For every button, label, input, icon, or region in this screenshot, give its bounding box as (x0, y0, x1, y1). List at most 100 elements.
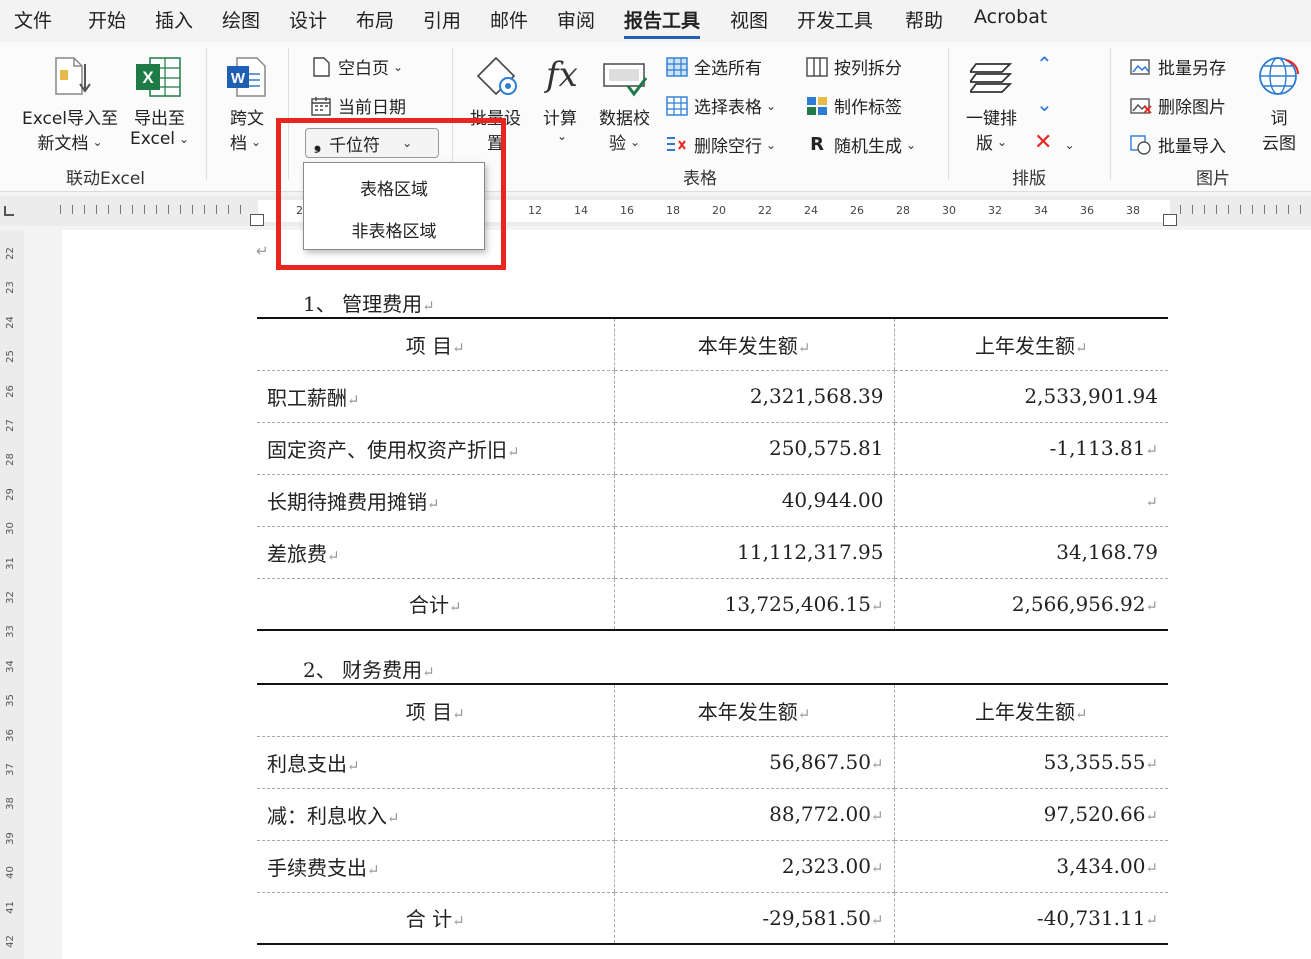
make-label-label: 制作标签 (834, 98, 902, 118)
ruler-tick (216, 205, 217, 214)
ruler-tick (96, 205, 97, 214)
vertical-ruler-number: 29 (4, 487, 16, 501)
section-heading: 1、 管理费用↵ (303, 288, 435, 317)
tab-references[interactable]: 引用 (423, 6, 461, 33)
prior-year-cell[interactable]: 2,533,901.94 (893, 370, 1168, 423)
tab-report-tools[interactable]: 报告工具 (624, 6, 701, 39)
current-year-total-cell[interactable]: 13,725,406.15↵ (613, 578, 894, 631)
fx-icon: fx (543, 52, 584, 102)
item-cell[interactable]: 减：利息收入↵ (257, 788, 614, 841)
arrow-up-button[interactable]: ⌃ (1036, 52, 1053, 76)
current-year-total-cell[interactable]: -29,581.50↵ (613, 892, 894, 945)
vertical-ruler[interactable]: 22 23 24 25 26 27 28 29 30 31 32 33 34 35 36 37 38 39 40 41… (0, 230, 24, 959)
tab-acrobat[interactable]: Acrobat (974, 6, 1047, 28)
blank-page-label: 空白页 (338, 59, 389, 79)
document-page[interactable]: ↵ 1、 管理费用↵ 项 目↵ 本年发生额↵ 上年发生额↵ 职工薪酬↵ 2,32… (62, 230, 1311, 959)
data-validation-button[interactable]: 数据校 验 ⌄ (599, 104, 650, 154)
current-date-button[interactable]: 当前日期 (310, 93, 406, 118)
item-cell[interactable]: 差旅费↵ (257, 526, 614, 579)
export-excel-label-1: 导出至 (134, 109, 186, 129)
chevron-down-icon: ⌄ (766, 137, 777, 152)
total-label-cell[interactable]: 合 计↵ (257, 892, 614, 945)
blank-page-button[interactable]: 空白页 ⌄ (310, 54, 403, 79)
vertical-ruler-number: 36 (4, 728, 16, 742)
ruler-number: 18 (666, 204, 680, 217)
vertical-ruler-number: 35 (4, 694, 16, 708)
prior-year-cell[interactable]: 3,434.00↵ (893, 840, 1168, 893)
header-cell: 本年发生额↵ (613, 683, 894, 737)
ruler-tick (1252, 205, 1253, 214)
data-table[interactable]: 项 目↵ 本年发生额↵ 上年发生额↵ 利息支出↵ 56,867.50↵ 53,3… (257, 683, 1168, 945)
split-by-column-button[interactable]: 按列拆分 (806, 54, 902, 79)
random-generate-button[interactable]: R 随机生成 ⌄ (806, 132, 916, 157)
delete-images-button[interactable]: 删除图片 (1130, 93, 1226, 118)
group-label-layout: 排版 (1012, 169, 1046, 189)
item-cell[interactable]: 固定资产、使用权资产折旧↵ (257, 422, 614, 475)
batch-save-as-button[interactable]: 批量另存 (1130, 54, 1226, 79)
item-cell[interactable]: 利息支出↵ (257, 736, 614, 789)
current-year-cell[interactable]: 250,575.81 (613, 422, 894, 475)
export-excel-button[interactable]: 导出至 Excel ⌄ (130, 104, 189, 149)
tab-review[interactable]: 审阅 (557, 6, 595, 33)
prior-year-cell[interactable]: -1,113.81↵ (893, 422, 1168, 475)
item-cell[interactable]: 长期待摊费用摊销↵ (257, 474, 614, 527)
ruler-number: 12 (528, 204, 542, 217)
left-indent-marker[interactable] (250, 214, 264, 226)
tab-stop-icon[interactable] (4, 206, 14, 216)
horizontal-ruler[interactable]: 2 12 14 16 18 20 22 24 26 28 30 32 34 36… (0, 196, 1311, 226)
tab-design[interactable]: 设计 (289, 6, 327, 33)
select-all-button[interactable]: 全选所有 (666, 54, 762, 79)
current-year-cell[interactable]: 2,323.00↵ (613, 840, 894, 893)
right-indent-marker[interactable] (1163, 214, 1177, 226)
excel-icon: X (134, 54, 184, 104)
prior-year-total-cell[interactable]: -40,731.11↵ (893, 892, 1168, 945)
header-cell: 上年发生额↵ (893, 317, 1168, 371)
current-year-cell[interactable]: 88,772.00↵ (613, 788, 894, 841)
item-cell[interactable]: 手续费支出↵ (257, 840, 614, 893)
ribbon-separator (948, 48, 949, 180)
prior-year-cell[interactable]: 34,168.79 (893, 526, 1168, 579)
split-columns-icon (806, 56, 828, 78)
word-cloud-button[interactable]: 词 云图 (1262, 104, 1296, 154)
excel-import-label-2: 新文档 (37, 134, 89, 154)
tab-help[interactable]: 帮助 (905, 6, 943, 33)
tab-file[interactable]: 文件 (14, 6, 52, 33)
vertical-ruler-number: 38 (4, 797, 16, 811)
excel-import-button[interactable]: Excel导入至 新文档 ⌄ (22, 104, 118, 154)
prior-year-cell[interactable]: ↵ (893, 474, 1168, 527)
vertical-ruler-number: 28 (4, 453, 16, 467)
total-label-cell[interactable]: 合计↵ (257, 578, 614, 631)
tab-layout[interactable]: 布局 (356, 6, 394, 33)
current-date-label: 当前日期 (338, 98, 406, 118)
prior-year-cell[interactable]: 53,355.55↵ (893, 736, 1168, 789)
ruler-tick (1180, 205, 1181, 214)
tab-developer[interactable]: 开发工具 (797, 6, 873, 33)
tab-insert[interactable]: 插入 (155, 6, 193, 33)
delete-empty-rows-button[interactable]: 删除空行 ⌄ (666, 132, 776, 157)
clear-format-button[interactable]: ✕ ⌄ (1034, 130, 1075, 155)
ruler-tick (240, 205, 241, 214)
item-cell[interactable]: 职工薪酬↵ (257, 370, 614, 423)
make-label-button[interactable]: 制作标签 (806, 93, 902, 118)
select-table-button[interactable]: 选择表格 ⌄ (666, 93, 776, 118)
prior-year-total-cell[interactable]: 2,566,956.92↵ (893, 578, 1168, 631)
current-year-cell[interactable]: 2,321,568.39 (613, 370, 894, 423)
cross-doc-button[interactable]: 跨文 档 ⌄ (230, 104, 264, 154)
tab-view[interactable]: 视图 (730, 6, 768, 33)
prior-year-cell[interactable]: 97,520.66↵ (893, 788, 1168, 841)
batch-import-button[interactable]: 批量导入 (1130, 132, 1226, 157)
current-year-cell[interactable]: 56,867.50↵ (613, 736, 894, 789)
tab-home[interactable]: 开始 (88, 6, 126, 33)
current-year-cell[interactable]: 40,944.00 (613, 474, 894, 527)
tab-mailings[interactable]: 邮件 (490, 6, 528, 33)
calculate-button[interactable]: 计算 ⌄ (543, 104, 577, 143)
one-click-layout-button[interactable]: 一键排 版 ⌄ (966, 104, 1017, 154)
tab-draw[interactable]: 绘图 (222, 6, 260, 33)
data-table[interactable]: 项 目↵ 本年发生额↵ 上年发生额↵ 职工薪酬↵ 2,321,568.39 2,… (257, 317, 1168, 631)
current-year-cell[interactable]: 11,112,317.95 (613, 526, 894, 579)
ruler-number: 32 (988, 204, 1002, 217)
cross-doc-label-2: 档 (230, 134, 247, 154)
arrow-down-button[interactable]: ⌄ (1036, 92, 1053, 116)
vertical-ruler-number: 22 (4, 247, 16, 260)
vertical-ruler-number: 41 (4, 900, 16, 914)
